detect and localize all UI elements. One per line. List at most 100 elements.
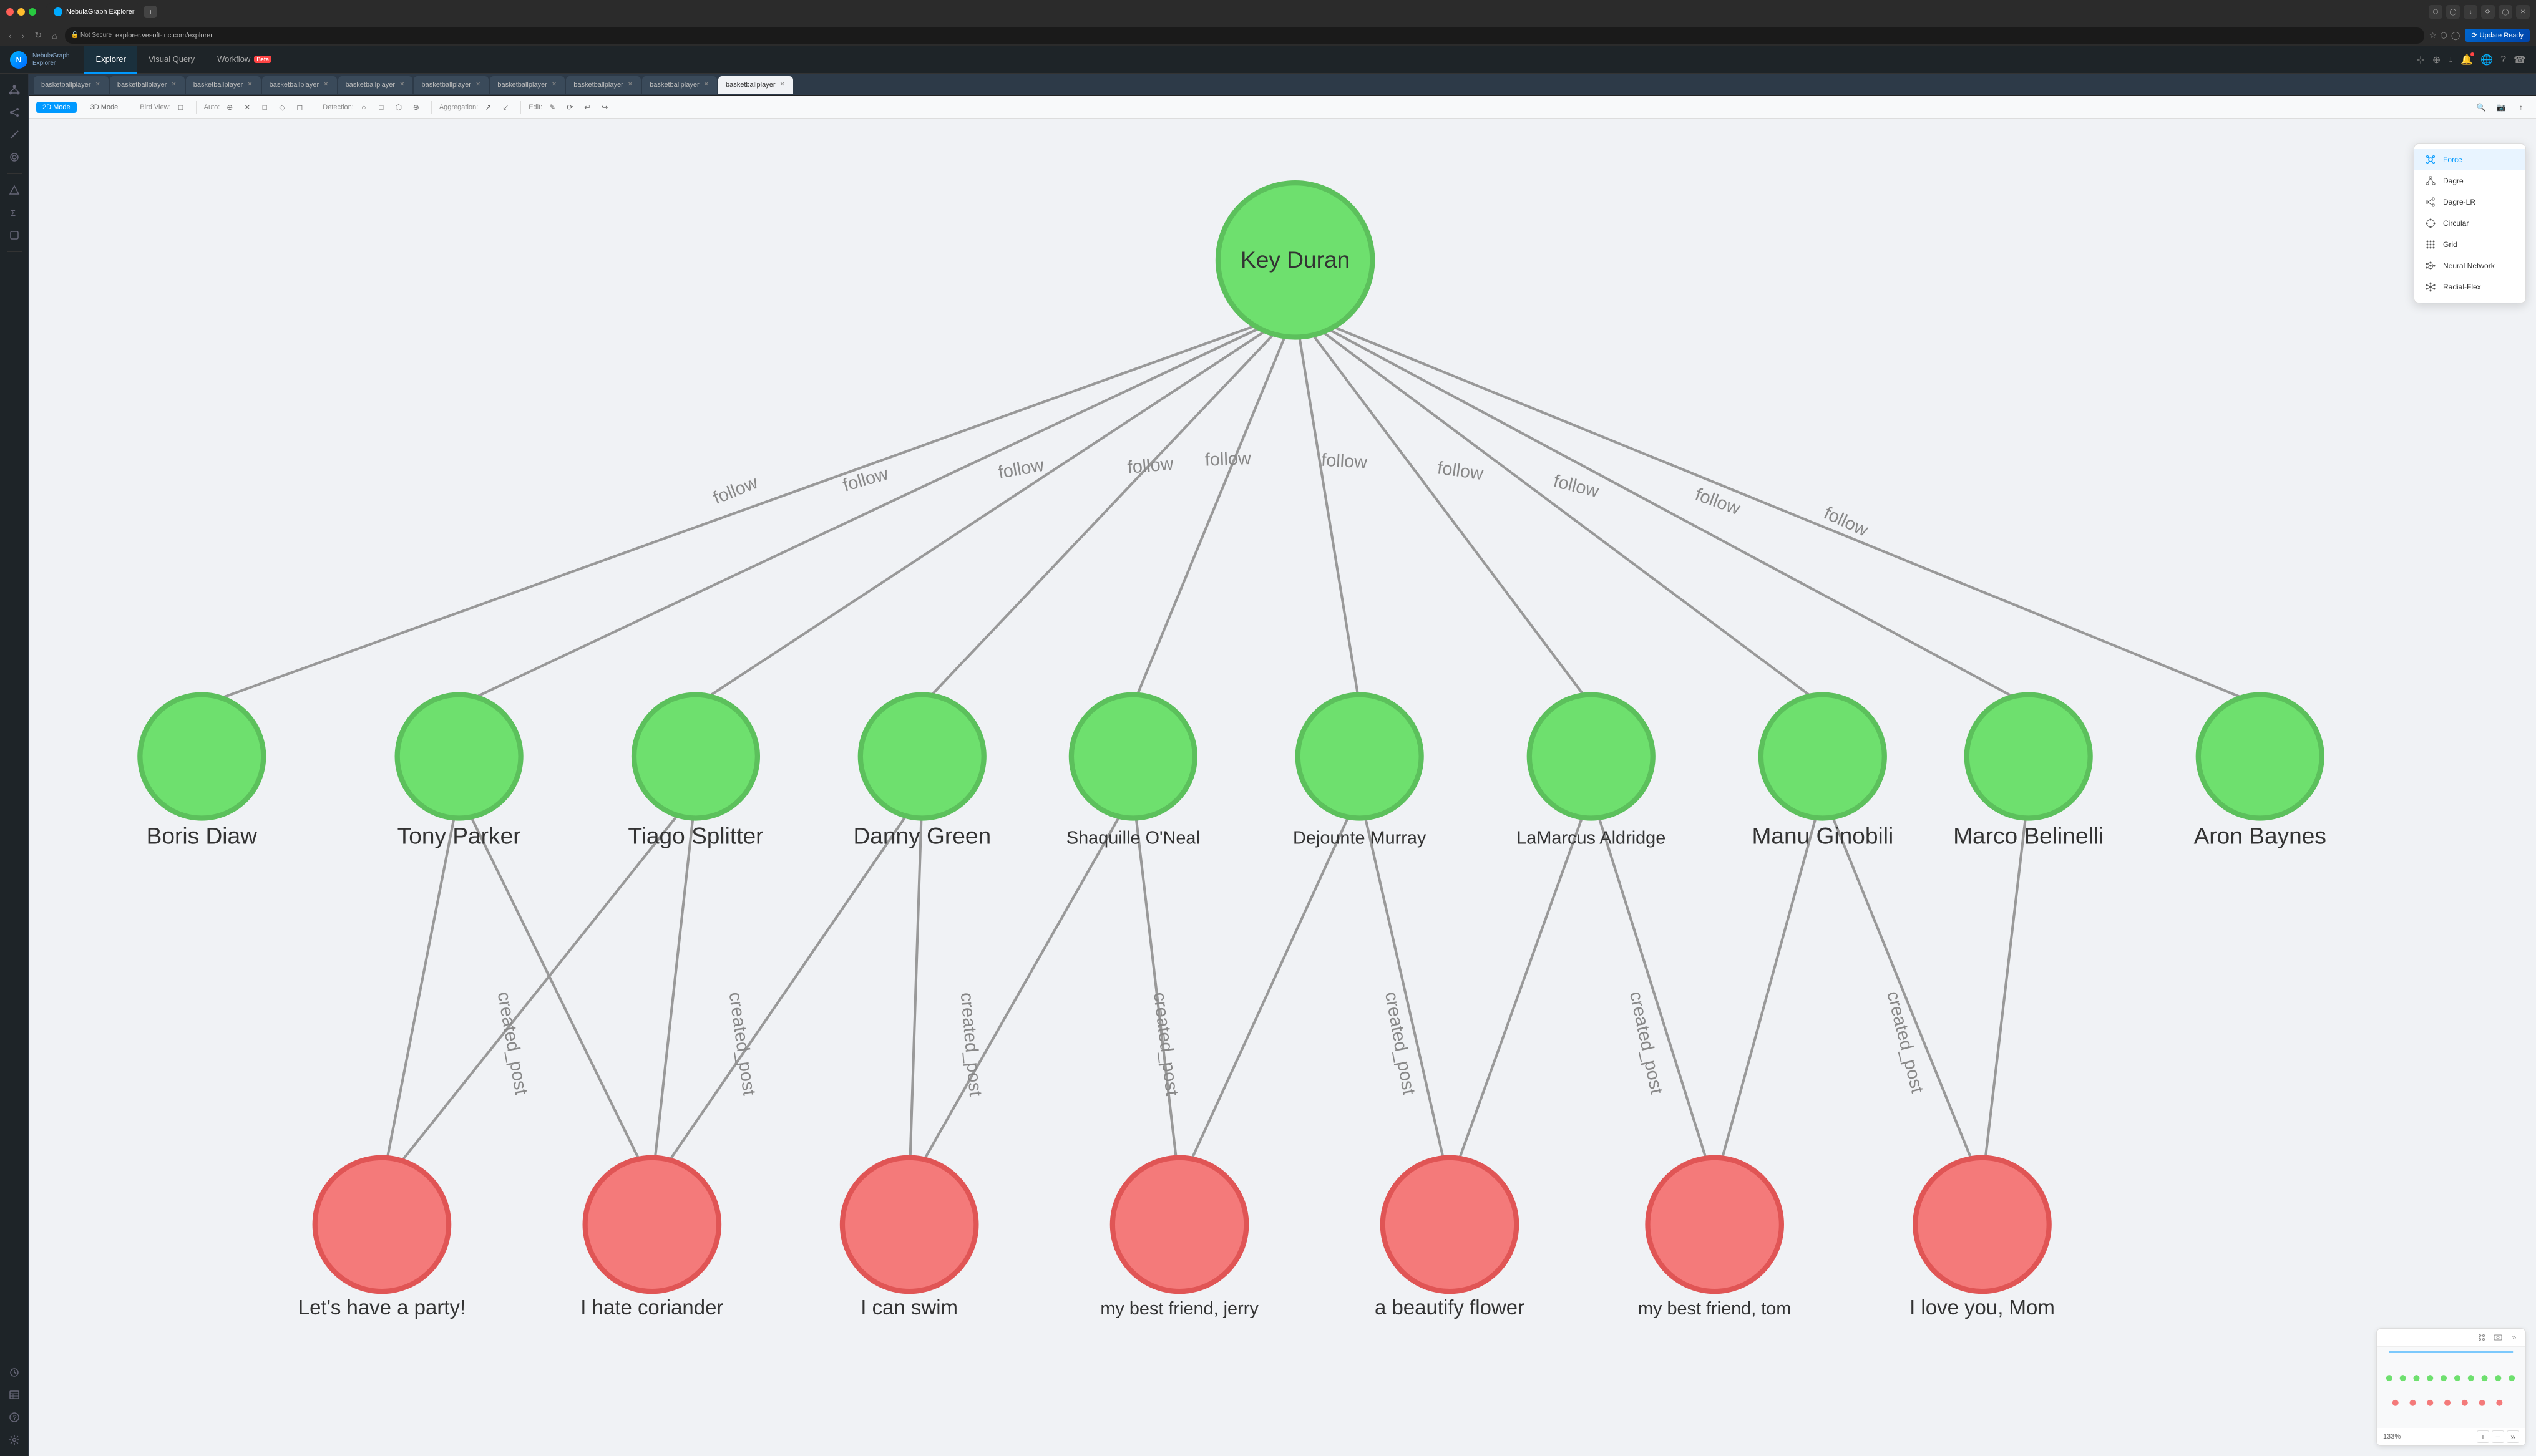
sidebar-item-edit[interactable] <box>4 225 24 245</box>
search-icon-btn[interactable]: 🔍 <box>2474 100 2489 115</box>
people-icon[interactable]: ⊕ <box>2432 54 2441 66</box>
close-button[interactable] <box>6 8 14 16</box>
node-dejounte-murray[interactable] <box>1298 695 1422 818</box>
graph-tab-2[interactable]: basketballplayer ✕ <box>186 76 261 94</box>
help-icon[interactable]: ? <box>2500 54 2506 66</box>
node-boris-diaw[interactable] <box>140 695 263 818</box>
forward-button[interactable]: › <box>19 29 27 42</box>
graph-tab-6[interactable]: basketballplayer ✕ <box>490 76 565 94</box>
sidebar-item-shape[interactable] <box>4 180 24 200</box>
auto-btn-3[interactable]: □ <box>257 100 272 115</box>
tab-workflow[interactable]: Workflow Beta <box>206 46 283 74</box>
auto-btn-1[interactable]: ⊕ <box>222 100 237 115</box>
graph-tab-close-1[interactable]: ✕ <box>170 80 177 89</box>
profile-icon[interactable]: ◯ <box>2451 31 2460 41</box>
edit-btn-1[interactable]: ✎ <box>545 100 560 115</box>
node-mom[interactable] <box>1915 1158 2049 1291</box>
bird-view-btn-1[interactable]: □ <box>173 100 188 115</box>
sidebar-item-history[interactable] <box>4 1362 24 1382</box>
node-swim[interactable] <box>842 1158 976 1291</box>
graph-tab-5[interactable]: basketballplayer ✕ <box>414 76 489 94</box>
node-tiago-splitter[interactable] <box>634 695 758 818</box>
node-aron-baynes[interactable] <box>2198 695 2322 818</box>
address-input-area[interactable]: 🔓 Not Secure explorer.vesoft-inc.com/exp… <box>65 27 2424 44</box>
graph-tab-9[interactable]: basketballplayer ✕ <box>718 76 793 94</box>
graph-tab-0[interactable]: basketballplayer ✕ <box>34 76 109 94</box>
node-danny-green[interactable] <box>861 695 984 818</box>
sidebar-item-graph[interactable] <box>4 80 24 100</box>
maximize-button[interactable] <box>29 8 36 16</box>
bookmark-icon[interactable]: ☆ <box>2429 31 2437 41</box>
camera-icon-btn[interactable]: 📷 <box>2494 100 2509 115</box>
graph-tab-close-5[interactable]: ✕ <box>475 80 481 89</box>
minimize-button[interactable] <box>17 8 25 16</box>
win-close-icon[interactable]: ✕ <box>2516 5 2530 19</box>
mode-3d-button[interactable]: 3D Mode <box>84 102 125 113</box>
graph-tab-3[interactable]: basketballplayer ✕ <box>262 76 337 94</box>
mode-2d-button[interactable]: 2D Mode <box>36 102 77 113</box>
graph-tab-close-8[interactable]: ✕ <box>703 80 710 89</box>
layout-item-force[interactable]: Force <box>2414 149 2525 170</box>
back-button[interactable]: ‹ <box>6 29 14 42</box>
tab-explorer[interactable]: Explorer <box>84 46 137 74</box>
graph-tab-close-7[interactable]: ✕ <box>627 80 633 89</box>
detection-btn-1[interactable]: ○ <box>356 100 371 115</box>
browser-tab-active[interactable]: NebulaGraph Explorer <box>46 3 142 21</box>
win-sync-icon[interactable]: ⟳ <box>2481 5 2495 19</box>
sidebar-item-line[interactable] <box>4 125 24 145</box>
graph-tab-1[interactable]: basketballplayer ✕ <box>110 76 185 94</box>
home-button[interactable]: ⌂ <box>49 29 59 42</box>
detection-btn-3[interactable]: ⬡ <box>391 100 406 115</box>
update-ready-button[interactable]: ⟳ Update Ready <box>2465 29 2530 42</box>
zoom-out-button[interactable]: − <box>2492 1430 2504 1443</box>
layout-icon[interactable]: ⊹ <box>2417 54 2425 66</box>
graph-tab-close-3[interactable]: ✕ <box>323 80 329 89</box>
graph-tab-close-6[interactable]: ✕ <box>551 80 557 89</box>
win-download-icon[interactable]: ↓ <box>2464 5 2477 19</box>
minimap-expand-btn[interactable]: » <box>2508 1331 2520 1344</box>
edit-btn-2[interactable]: ⟳ <box>562 100 577 115</box>
node-tom[interactable] <box>1647 1158 1781 1291</box>
download-icon[interactable]: ↓ <box>2448 54 2453 66</box>
graph-tab-close-2[interactable]: ✕ <box>246 80 253 89</box>
node-party[interactable] <box>315 1158 449 1291</box>
graph-tab-4[interactable]: basketballplayer ✕ <box>338 76 413 94</box>
sidebar-item-share[interactable] <box>4 102 24 122</box>
notification-icon[interactable]: 🔔 <box>2460 54 2473 66</box>
global-icon[interactable]: 🌐 <box>2480 54 2493 66</box>
win-person-icon[interactable]: ◯ <box>2499 5 2512 19</box>
graph-tab-8[interactable]: basketballplayer ✕ <box>642 76 717 94</box>
export-icon-btn[interactable]: ↑ <box>2514 100 2529 115</box>
tab-visual-query[interactable]: Visual Query <box>137 46 206 74</box>
detection-btn-2[interactable]: □ <box>374 100 389 115</box>
graph-canvas[interactable]: follow follow follow follow follow follo… <box>29 119 2536 1456</box>
sidebar-item-help[interactable]: ? <box>4 1407 24 1427</box>
edit-btn-3[interactable]: ↩ <box>580 100 595 115</box>
graph-tab-7[interactable]: basketballplayer ✕ <box>566 76 641 94</box>
sidebar-item-sigma[interactable]: Σ <box>4 203 24 223</box>
layout-item-radial-flex[interactable]: Radial-Flex <box>2414 276 2525 298</box>
detection-btn-4[interactable]: ⊕ <box>409 100 424 115</box>
graph-tab-close-0[interactable]: ✕ <box>95 80 101 89</box>
node-tony-parker[interactable] <box>397 695 521 818</box>
node-manu-ginobili[interactable] <box>1761 695 1885 818</box>
aggregation-btn-2[interactable]: ↙ <box>498 100 513 115</box>
sidebar-item-table[interactable] <box>4 1385 24 1405</box>
zoom-in-button[interactable]: + <box>2477 1430 2489 1443</box>
graph-tab-close-9[interactable]: ✕ <box>779 80 786 89</box>
node-flower[interactable] <box>1383 1158 1516 1291</box>
edit-btn-4[interactable]: ↪ <box>597 100 612 115</box>
phone-icon[interactable]: ☎ <box>2514 54 2526 66</box>
node-coriander[interactable] <box>585 1158 719 1291</box>
new-tab-button[interactable]: + <box>144 6 157 18</box>
minimap-screenshot-btn[interactable] <box>2492 1331 2504 1344</box>
node-marco-belinelli[interactable] <box>1967 695 2090 818</box>
node-shaquille-oneal[interactable] <box>1071 695 1195 818</box>
auto-btn-2[interactable]: ✕ <box>240 100 255 115</box>
aggregation-btn-1[interactable]: ↗ <box>480 100 495 115</box>
sidebar-item-settings[interactable] <box>4 1430 24 1450</box>
auto-btn-5[interactable]: ◻ <box>292 100 307 115</box>
layout-item-dagre-lr[interactable]: Dagre-LR <box>2414 192 2525 213</box>
win-share-icon[interactable]: ⬡ <box>2429 5 2442 19</box>
auto-btn-4[interactable]: ◇ <box>275 100 290 115</box>
